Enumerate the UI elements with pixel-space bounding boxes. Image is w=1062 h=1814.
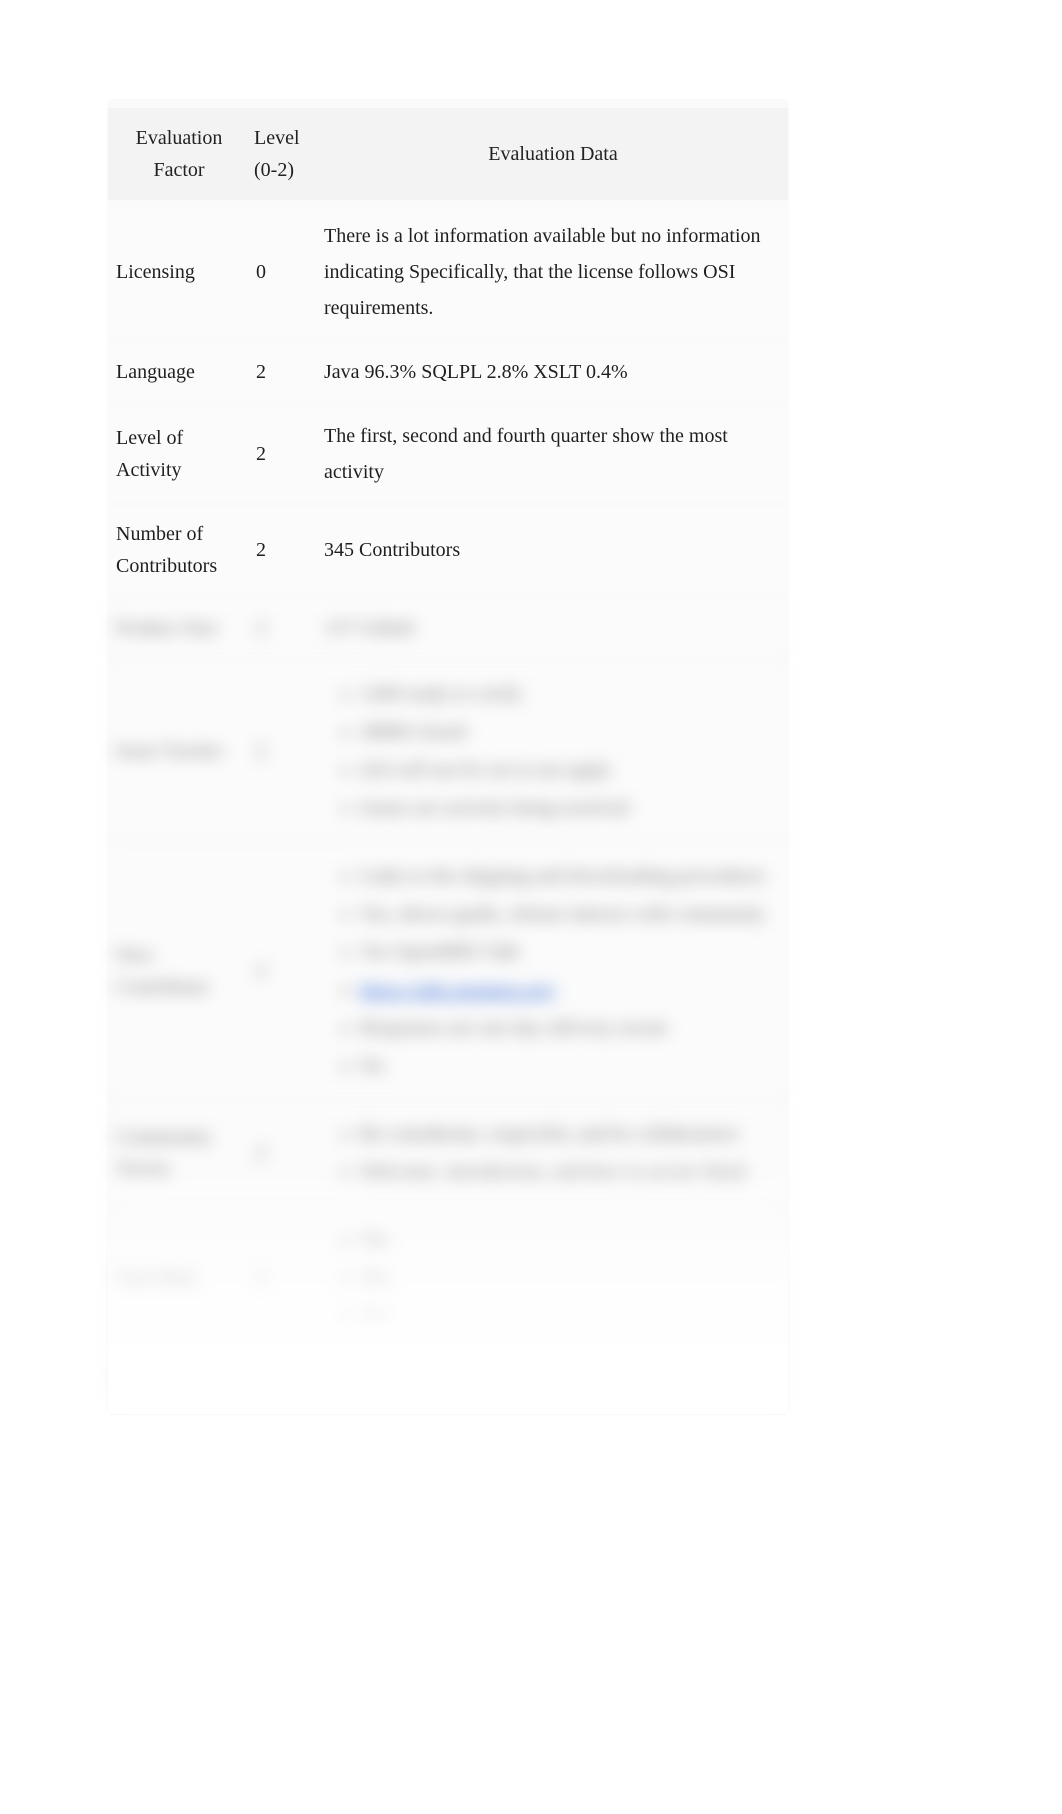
table-row: Language2Java 96.3% SQLPL 2.8% XSLT 0.4% [108, 344, 788, 400]
list-item: Yes, shows guide, release interact with … [360, 896, 782, 932]
list-item: Yes [360, 1298, 782, 1334]
table-row: Community Norms2 Be considerate, respectf… [108, 1104, 788, 1202]
cell-level: 2 [250, 1210, 318, 1346]
list-item: Responses are one day old/very recent [360, 1010, 782, 1046]
table-row: Product Size2137 Github [108, 600, 788, 656]
cell-factor: Product Size [108, 600, 250, 656]
table-row: Issue Tracker21200 ready to verify38000 … [108, 664, 788, 838]
list-item: 424 will not fix set to not apply [360, 752, 782, 788]
list-item: Yes OpenMRS Talk [360, 934, 782, 970]
cell-data: The first, second and fourth quarter sho… [318, 408, 788, 500]
cell-data: YesYesYes [318, 1210, 788, 1346]
list-item: Welcome, introduction, and how to access… [360, 1154, 782, 1190]
cell-level: 2 [250, 344, 318, 400]
table: Evaluation Factor Level (0-2) Evaluation… [108, 100, 788, 1414]
cell-factor: Language [108, 344, 250, 400]
cell-level: 2 [250, 846, 318, 1096]
cell-data: Be considerate, respectful, and be colla… [318, 1104, 788, 1202]
evaluation-table: Evaluation Factor Level (0-2) Evaluation… [108, 100, 788, 1414]
cell-level: 16 [250, 1354, 318, 1406]
header-factor: Evaluation Factor [108, 108, 250, 200]
cell-data: 137 Github [318, 600, 788, 656]
cell-level: 2 [250, 408, 318, 500]
cell-level: 2 [250, 1104, 318, 1202]
link[interactable]: https://talk.openmrs.org/ [360, 979, 556, 1001]
cell-data: 1200 ready to verify38000 closed424 will… [318, 664, 788, 838]
cell-data: Java 96.3% SQLPL 2.8% XSLT 0.4% [318, 344, 788, 400]
cell-level: 2 [250, 508, 318, 592]
cell-level: 2 [250, 600, 318, 656]
cell-factor: Total Score [108, 1354, 250, 1406]
list-item: Links to the shipping and downloading pr… [360, 858, 782, 894]
list-item: Issues are actively being resolved [360, 790, 782, 826]
list-item: 38000 closed [360, 714, 782, 750]
cell-data [318, 1354, 788, 1406]
cell-data: Links to the shipping and downloading pr… [318, 846, 788, 1096]
cell-level: 2 [250, 664, 318, 838]
list-item: Yes [360, 1222, 782, 1258]
table-row: New Contributor2 Links to the shipping an… [108, 846, 788, 1096]
cell-factor: Issue Tracker [108, 664, 250, 838]
cell-factor: Level of Activity [108, 408, 250, 500]
cell-factor: Licensing [108, 208, 250, 336]
cell-factor: New Contributor [108, 846, 250, 1096]
list-item: 1200 ready to verify [360, 676, 782, 712]
table-row: User Base2YesYesYes [108, 1210, 788, 1346]
list-item: Be considerate, respectful, and be colla… [360, 1116, 782, 1152]
header-level: Level (0-2) [250, 108, 318, 200]
list-item: No [360, 1048, 782, 1084]
header-data: Evaluation Data [318, 108, 788, 200]
cell-factor: User Base [108, 1210, 250, 1346]
cell-factor: Number of Contributors [108, 508, 250, 592]
cell-data: There is a lot information available but… [318, 208, 788, 336]
table-header: Evaluation Factor Level (0-2) Evaluation… [108, 108, 788, 200]
table-row: Total Score16 [108, 1354, 788, 1406]
list-item: Yes [360, 1260, 782, 1296]
cell-data: 345 Contributors [318, 508, 788, 592]
table-row: Level of Activity2The first, second and … [108, 408, 788, 500]
cell-level: 0 [250, 208, 318, 336]
cell-factor: Community Norms [108, 1104, 250, 1202]
table-row: Licensing0There is a lot information ava… [108, 208, 788, 336]
table-row: Number of Contributors2345 Contributors [108, 508, 788, 592]
